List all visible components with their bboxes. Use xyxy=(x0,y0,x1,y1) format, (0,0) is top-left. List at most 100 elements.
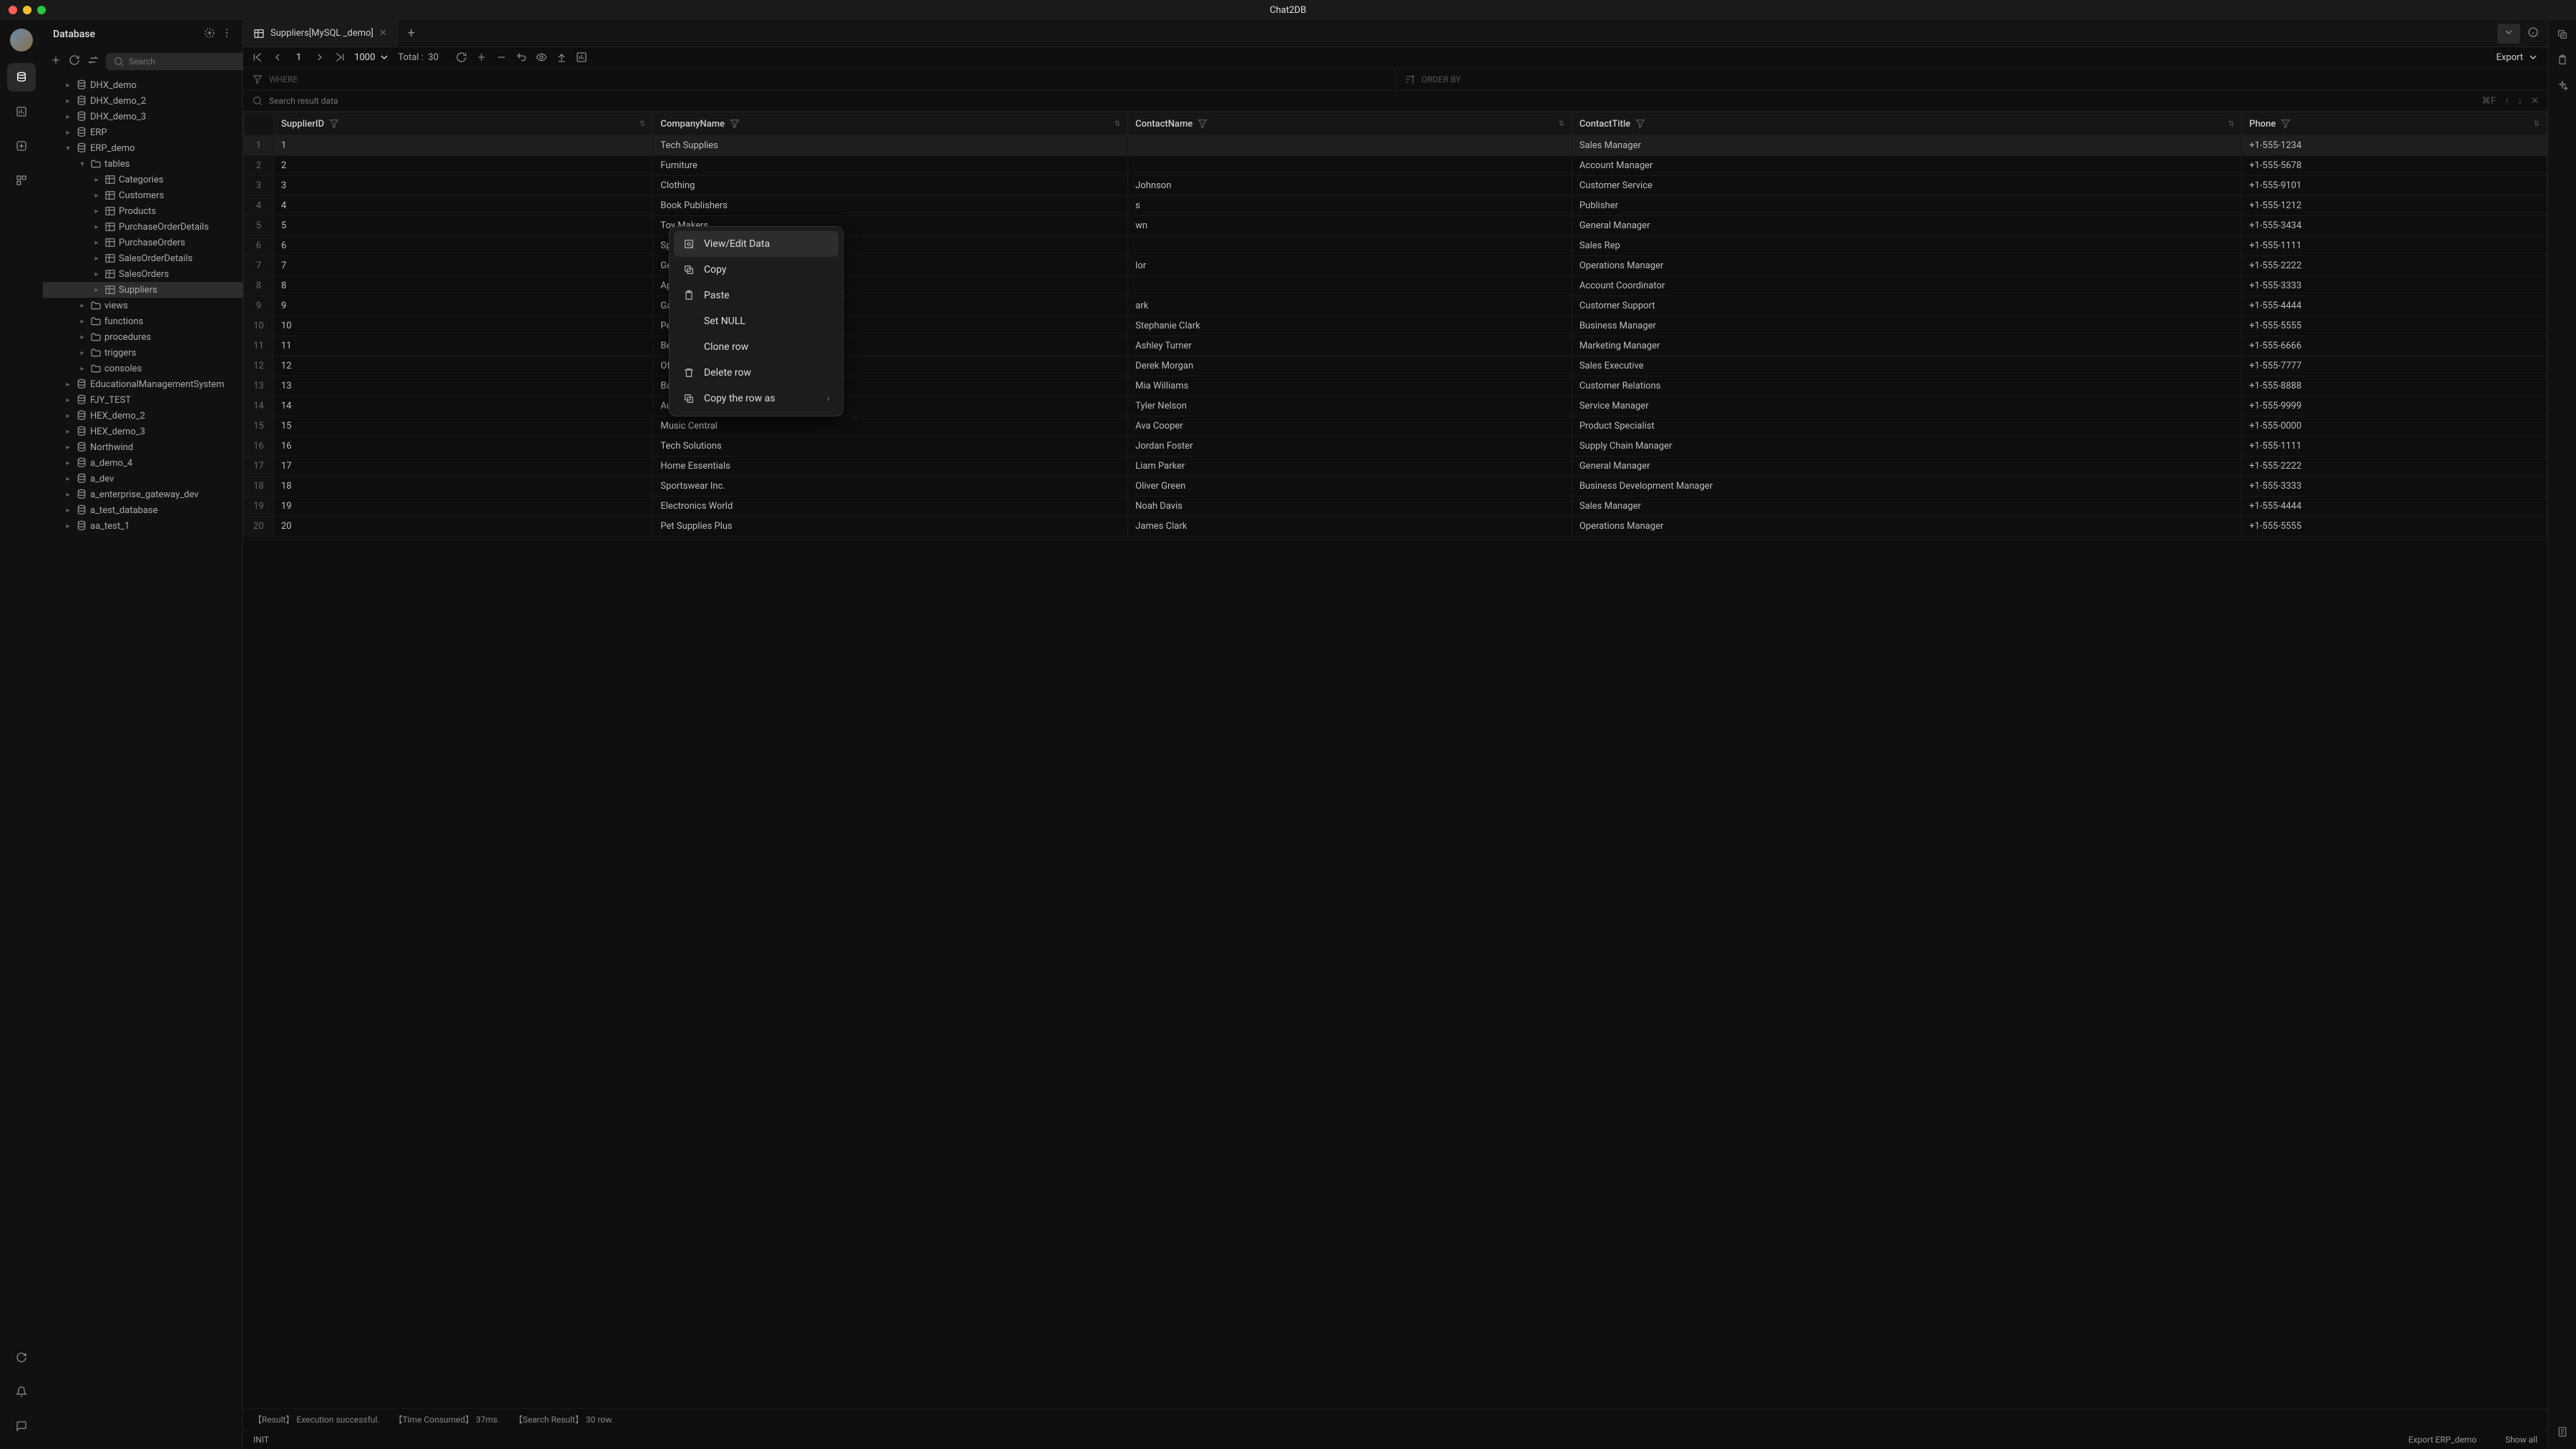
sidebar-search[interactable]: ⌘F xyxy=(106,53,264,70)
cell-companyname[interactable]: Music Central xyxy=(653,416,1128,436)
cell-contactname[interactable]: Liam Parker xyxy=(1128,457,1572,477)
table-row[interactable]: 88ApplianceAccount Coordinator+1-555-333… xyxy=(244,276,2547,296)
cell-contacttitle[interactable]: Sales Executive xyxy=(1572,356,2241,376)
tree-item-functions[interactable]: ▸functions xyxy=(43,313,243,329)
tab-add-button[interactable]: + xyxy=(398,26,425,41)
next-page-button[interactable] xyxy=(314,52,325,63)
tree-item-a-test-database[interactable]: ▸a_test_database xyxy=(43,502,243,518)
cell-phone[interactable]: +1-555-2222 xyxy=(2242,457,2547,477)
cell-phone[interactable]: +1-555-4444 xyxy=(2242,296,2547,316)
cell-contactname[interactable]: Derek Morgan xyxy=(1128,356,1572,376)
undo-button[interactable] xyxy=(516,52,527,63)
table-row[interactable]: 22FurnitureAccount Manager+1-555-5678 xyxy=(244,156,2547,176)
cell-phone[interactable]: +1-555-3333 xyxy=(2242,477,2547,497)
cell-companyname[interactable]: Sportswear Inc. xyxy=(653,477,1128,497)
tree-item-consoles[interactable]: ▸consoles xyxy=(43,361,243,376)
tree-item-a-dev[interactable]: ▸a_dev xyxy=(43,471,243,487)
tree-item-erp[interactable]: ▸ERP xyxy=(43,125,243,140)
cell-contacttitle[interactable]: Business Manager xyxy=(1572,316,2241,336)
chart-button[interactable] xyxy=(576,52,587,63)
add-connection-button[interactable] xyxy=(204,27,215,42)
page-number[interactable]: 1 xyxy=(292,52,305,63)
table-row[interactable]: 44Book PublisherssPublisher+1-555-1212 xyxy=(244,196,2547,216)
activity-sync[interactable] xyxy=(7,1343,36,1372)
tree-item-purchaseorderdetails[interactable]: ▸PurchaseOrderDetails xyxy=(43,219,243,235)
activity-ai[interactable] xyxy=(7,132,36,160)
tree-item-salesorders[interactable]: ▸SalesOrders xyxy=(43,266,243,282)
tab-suppliers[interactable]: Suppliers[MySQL _demo] ✕ xyxy=(243,20,398,47)
rail-ai-button[interactable] xyxy=(2557,80,2568,94)
first-page-button[interactable] xyxy=(252,52,263,63)
minimize-window-button[interactable] xyxy=(23,6,31,14)
cell-contacttitle[interactable]: Customer Relations xyxy=(1572,376,2241,396)
activity-feedback[interactable] xyxy=(7,1412,36,1440)
cell-contactname[interactable]: Jordan Foster xyxy=(1128,436,1572,457)
column-header-phone[interactable]: Phone⇅ xyxy=(2242,112,2547,136)
prev-page-button[interactable] xyxy=(272,52,283,63)
cell-companyname[interactable]: Tech Supplies xyxy=(653,136,1128,156)
activity-dashboard[interactable] xyxy=(7,97,36,126)
table-row[interactable]: 2020Pet Supplies PlusJames ClarkOperatio… xyxy=(244,517,2547,537)
column-header-contactname[interactable]: ContactName⇅ xyxy=(1128,112,1572,136)
rail-clipboard-button[interactable] xyxy=(2557,54,2568,69)
cell-contactname[interactable]: Oliver Green xyxy=(1128,477,1572,497)
tab-close-button[interactable]: ✕ xyxy=(379,28,387,39)
cell-phone[interactable]: +1-555-8888 xyxy=(2242,376,2547,396)
cell-phone[interactable]: +1-555-7777 xyxy=(2242,356,2547,376)
cell-phone[interactable]: +1-555-1234 xyxy=(2242,136,2547,156)
cell-supplierid[interactable]: 5 xyxy=(274,216,653,236)
table-row[interactable]: 1212Office DepotDerek MorganSales Execut… xyxy=(244,356,2547,376)
cell-phone[interactable]: +1-555-3434 xyxy=(2242,216,2547,236)
cell-contactname[interactable] xyxy=(1128,276,1572,296)
table-row[interactable]: 1010Pet ParadiseStephanie ClarkBusiness … xyxy=(244,316,2547,336)
where-filter[interactable]: WHERE xyxy=(243,68,1396,90)
cell-phone[interactable]: +1-555-2222 xyxy=(2242,256,2547,276)
cell-phone[interactable]: +1-555-1111 xyxy=(2242,236,2547,256)
reload-button[interactable] xyxy=(456,52,467,63)
preview-button[interactable] xyxy=(536,52,547,63)
cell-supplierid[interactable]: 4 xyxy=(274,196,653,216)
page-limit-select[interactable]: 1000 xyxy=(354,52,389,63)
table-row[interactable]: 1111Beauty EssentialsAshley TurnerMarket… xyxy=(244,336,2547,356)
cell-companyname[interactable]: Tech Solutions xyxy=(653,436,1128,457)
cell-companyname[interactable]: Book Publishers xyxy=(653,196,1128,216)
tree-item-procedures[interactable]: ▸procedures xyxy=(43,329,243,345)
cell-supplierid[interactable]: 19 xyxy=(274,497,653,517)
cell-supplierid[interactable]: 7 xyxy=(274,256,653,276)
cell-contacttitle[interactable]: Publisher xyxy=(1572,196,2241,216)
tree-item-a-enterprise-gateway-dev[interactable]: ▸a_enterprise_gateway_dev xyxy=(43,487,243,502)
sidebar-search-input[interactable] xyxy=(129,57,240,67)
ctx-delete-row[interactable]: Delete row xyxy=(674,360,838,386)
cell-supplierid[interactable]: 9 xyxy=(274,296,653,316)
tree-item-fjy-test[interactable]: ▸FJY_TEST xyxy=(43,392,243,408)
tree-item-dhx-demo-2[interactable]: ▸DHX_demo_2 xyxy=(43,93,243,109)
cell-supplierid[interactable]: 11 xyxy=(274,336,653,356)
ctx-view-edit-data[interactable]: View/Edit Data xyxy=(674,231,838,257)
cell-contactname[interactable]: Ashley Turner xyxy=(1128,336,1572,356)
cell-phone[interactable]: +1-555-5555 xyxy=(2242,517,2547,537)
cell-contactname[interactable]: Johnson xyxy=(1128,176,1572,196)
cell-contacttitle[interactable]: Supply Chain Manager xyxy=(1572,436,2241,457)
cell-supplierid[interactable]: 2 xyxy=(274,156,653,176)
refresh-button[interactable] xyxy=(69,54,80,69)
close-window-button[interactable] xyxy=(9,6,17,14)
tree-item-categories[interactable]: ▸Categories xyxy=(43,172,243,187)
maximize-window-button[interactable] xyxy=(37,6,46,14)
column-header-companyname[interactable]: CompanyName⇅ xyxy=(653,112,1128,136)
cell-phone[interactable]: +1-555-1212 xyxy=(2242,196,2547,216)
cell-contacttitle[interactable]: Sales Rep xyxy=(1572,236,2241,256)
table-row[interactable]: 55Toy MakerswnGeneral Manager+1-555-3434 xyxy=(244,216,2547,236)
table-row[interactable]: 66Sports GearSales Rep+1-555-1111 xyxy=(244,236,2547,256)
tree-item-suppliers[interactable]: ▸Suppliers xyxy=(43,282,243,298)
cell-companyname[interactable]: Pet Supplies Plus xyxy=(653,517,1128,537)
cell-supplierid[interactable]: 16 xyxy=(274,436,653,457)
rail-copy-button[interactable] xyxy=(2557,29,2568,43)
table-row[interactable]: 1717Home EssentialsLiam ParkerGeneral Ma… xyxy=(244,457,2547,477)
tree-item-hex-demo-2[interactable]: ▸HEX_demo_2 xyxy=(43,408,243,424)
cell-companyname[interactable]: Electronics World xyxy=(653,497,1128,517)
cell-companyname[interactable]: Home Essentials xyxy=(653,457,1128,477)
new-query-button[interactable] xyxy=(50,54,62,69)
cell-contacttitle[interactable]: Customer Support xyxy=(1572,296,2241,316)
result-search-input[interactable] xyxy=(269,96,2476,106)
table-row[interactable]: 1616Tech SolutionsJordan FosterSupply Ch… xyxy=(244,436,2547,457)
